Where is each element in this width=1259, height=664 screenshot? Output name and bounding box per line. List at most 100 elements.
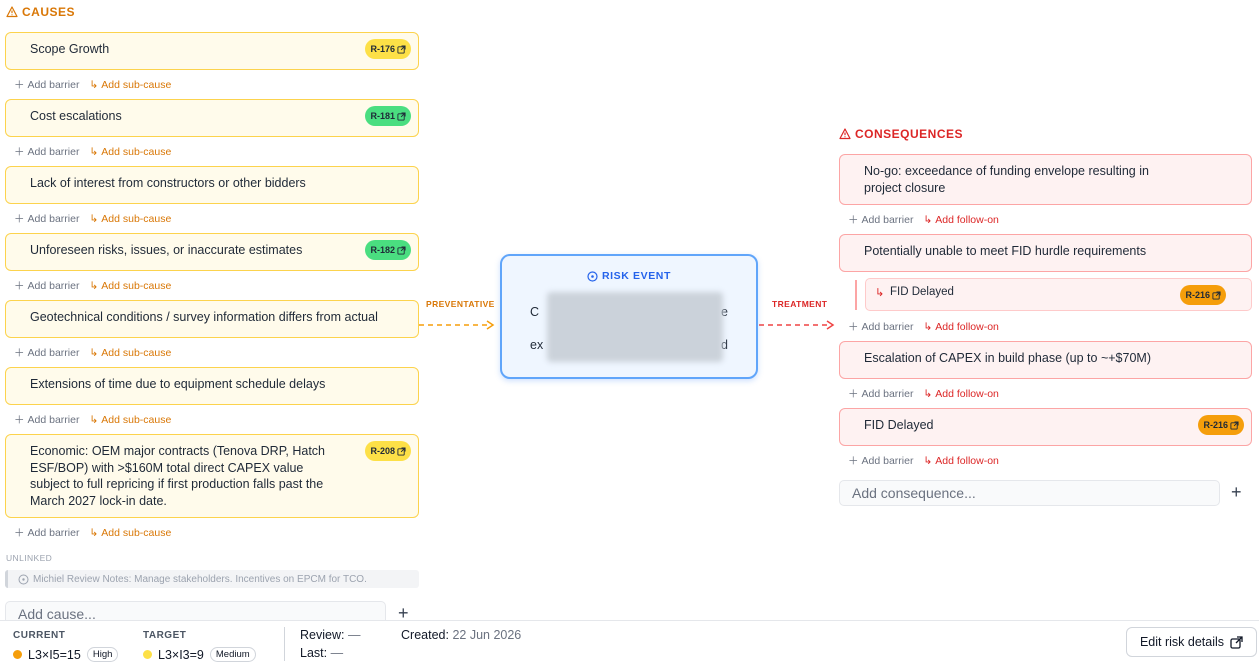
cause-card[interactable]: Lack of interest from constructors or ot… xyxy=(5,166,419,204)
risk-link-badge[interactable]: R-216 xyxy=(1180,285,1226,305)
cause-card[interactable]: Economic: OEM major contracts (Tenova DR… xyxy=(5,434,419,518)
add-sub-cause-label: Add sub-cause xyxy=(101,145,172,158)
consequence-text: Escalation of CAPEX in build phase (up t… xyxy=(864,351,1151,365)
risk-text-fragment: C xyxy=(530,305,540,319)
add-sub-cause-button[interactable]: ↳ Add sub-cause xyxy=(89,79,171,91)
consequence-actions: ＋ Add barrier ↳ Add follow-on xyxy=(848,453,999,468)
add-barrier-button[interactable]: ＋ Add barrier xyxy=(14,345,79,360)
consequence-card[interactable]: FID Delayed R-216 xyxy=(839,408,1252,446)
add-consequence-input[interactable]: Add consequence... xyxy=(839,480,1220,506)
add-barrier-button[interactable]: ＋ Add barrier xyxy=(14,525,79,540)
add-barrier-button[interactable]: ＋ Add barrier xyxy=(14,77,79,92)
target-icon xyxy=(18,574,29,584)
consequence-card[interactable]: No-go: exceedance of funding envelope re… xyxy=(839,154,1252,205)
risk-event-card[interactable]: RISK EVENT Ce ex d xyxy=(500,254,758,379)
cause-card[interactable]: Unforeseen risks, issues, or inaccurate … xyxy=(5,233,419,271)
add-barrier-button[interactable]: ＋ Add barrier xyxy=(14,412,79,427)
current-level-pill: High xyxy=(86,647,119,662)
consequences-heading: CONSEQUENCES xyxy=(839,127,963,141)
add-barrier-button[interactable]: ＋ Add barrier xyxy=(14,211,79,226)
bowtie-editor: CAUSES Scope Growth R-176 ＋ Add barrier … xyxy=(0,0,1259,664)
add-follow-on-button[interactable]: ↳ Add follow-on xyxy=(923,388,998,400)
redacted-region xyxy=(547,292,723,362)
add-sub-cause-button[interactable]: ↳ Add sub-cause xyxy=(89,280,171,292)
current-label: CURRENT xyxy=(13,630,66,641)
last-label: Last: xyxy=(300,646,328,660)
external-link-icon xyxy=(397,44,406,54)
cause-card[interactable]: Scope Growth R-176 xyxy=(5,32,419,70)
unlinked-note[interactable]: Michiel Review Notes: Manage stakeholder… xyxy=(5,570,419,588)
current-value: L3×I5=15 xyxy=(28,647,81,662)
treatment-label: TREATMENT xyxy=(772,299,828,309)
external-link-icon xyxy=(397,446,406,456)
add-sub-cause-button[interactable]: ↳ Add sub-cause xyxy=(89,146,171,158)
consequence-actions: ＋ Add barrier ↳ Add follow-on xyxy=(848,212,999,227)
add-sub-cause-label: Add sub-cause xyxy=(101,413,172,426)
warning-icon xyxy=(839,128,851,140)
consequence-text: Potentially unable to meet FID hurdle re… xyxy=(864,244,1147,258)
current-dot xyxy=(13,650,22,659)
add-barrier-button[interactable]: ＋ Add barrier xyxy=(848,319,913,334)
add-follow-on-button[interactable]: ↳ Add follow-on xyxy=(923,321,998,333)
add-barrier-label: Add barrier xyxy=(861,454,914,467)
add-follow-on-label: Add follow-on xyxy=(935,387,999,400)
target-icon xyxy=(587,270,598,282)
add-follow-on-label: Add follow-on xyxy=(935,320,999,333)
edit-risk-details-button[interactable]: Edit risk details xyxy=(1126,627,1257,657)
add-sub-cause-button[interactable]: ↳ Add sub-cause xyxy=(89,414,171,426)
warning-icon xyxy=(6,6,18,18)
causes-title: CAUSES xyxy=(22,5,76,19)
risk-link-badge[interactable]: R-182 xyxy=(365,240,411,260)
add-consequence-plus-icon[interactable]: + xyxy=(1231,482,1242,503)
add-barrier-label: Add barrier xyxy=(861,213,914,226)
add-barrier-label: Add barrier xyxy=(27,279,80,292)
follow-on-card[interactable]: ↳ FID Delayed R-216 xyxy=(865,278,1252,311)
badge-label: R-216 xyxy=(1203,419,1228,430)
add-sub-cause-button[interactable]: ↳ Add sub-cause xyxy=(89,213,171,225)
cause-actions: ＋ Add barrier ↳ Add sub-cause xyxy=(14,144,171,159)
causes-heading: CAUSES xyxy=(6,5,75,19)
cause-actions: ＋ Add barrier ↳ Add sub-cause xyxy=(14,525,171,540)
cause-card[interactable]: Geotechnical conditions / survey informa… xyxy=(5,300,419,338)
external-link-icon xyxy=(1230,635,1243,649)
risk-text-fragment: ex xyxy=(530,338,544,352)
edit-risk-details-label: Edit risk details xyxy=(1139,635,1225,649)
review-date: Review: — xyxy=(300,628,360,642)
badge-label: R-208 xyxy=(370,445,395,456)
external-link-icon xyxy=(1212,290,1221,300)
add-barrier-button[interactable]: ＋ Add barrier xyxy=(14,144,79,159)
cause-card[interactable]: Cost escalations R-181 xyxy=(5,99,419,137)
external-link-icon xyxy=(1230,420,1239,430)
cause-text: Unforeseen risks, issues, or inaccurate … xyxy=(30,243,303,257)
last-date: Last: — xyxy=(300,646,343,660)
review-value: — xyxy=(347,628,361,642)
add-barrier-label: Add barrier xyxy=(27,78,80,91)
risk-link-badge[interactable]: R-216 xyxy=(1198,415,1244,435)
consequence-actions: ＋ Add barrier ↳ Add follow-on xyxy=(848,319,999,334)
add-follow-on-button[interactable]: ↳ Add follow-on xyxy=(923,455,998,467)
cause-card[interactable]: Extensions of time due to equipment sche… xyxy=(5,367,419,405)
add-barrier-button[interactable]: ＋ Add barrier xyxy=(14,278,79,293)
add-barrier-label: Add barrier xyxy=(27,346,80,359)
cause-text: Economic: OEM major contracts (Tenova DR… xyxy=(30,444,326,508)
add-sub-cause-button[interactable]: ↳ Add sub-cause xyxy=(89,527,171,539)
add-barrier-label: Add barrier xyxy=(27,413,80,426)
risk-link-badge[interactable]: R-208 xyxy=(365,441,411,461)
cause-actions: ＋ Add barrier ↳ Add sub-cause xyxy=(14,345,171,360)
cause-text: Lack of interest from constructors or ot… xyxy=(30,176,306,190)
add-barrier-button[interactable]: ＋ Add barrier xyxy=(848,453,913,468)
add-follow-on-button[interactable]: ↳ Add follow-on xyxy=(923,214,998,226)
add-barrier-button[interactable]: ＋ Add barrier xyxy=(848,212,913,227)
review-label: Review: xyxy=(300,628,345,642)
badge-label: R-181 xyxy=(370,110,395,121)
add-sub-cause-button[interactable]: ↳ Add sub-cause xyxy=(89,347,171,359)
consequence-card[interactable]: Potentially unable to meet FID hurdle re… xyxy=(839,234,1252,272)
add-barrier-button[interactable]: ＋ Add barrier xyxy=(848,386,913,401)
risk-link-badge[interactable]: R-181 xyxy=(365,106,411,126)
risk-link-badge[interactable]: R-176 xyxy=(365,39,411,59)
add-barrier-label: Add barrier xyxy=(861,320,914,333)
risk-event-title: RISK EVENT xyxy=(601,270,671,282)
target-dot xyxy=(143,650,152,659)
cause-actions: ＋ Add barrier ↳ Add sub-cause xyxy=(14,412,171,427)
consequence-card[interactable]: Escalation of CAPEX in build phase (up t… xyxy=(839,341,1252,379)
